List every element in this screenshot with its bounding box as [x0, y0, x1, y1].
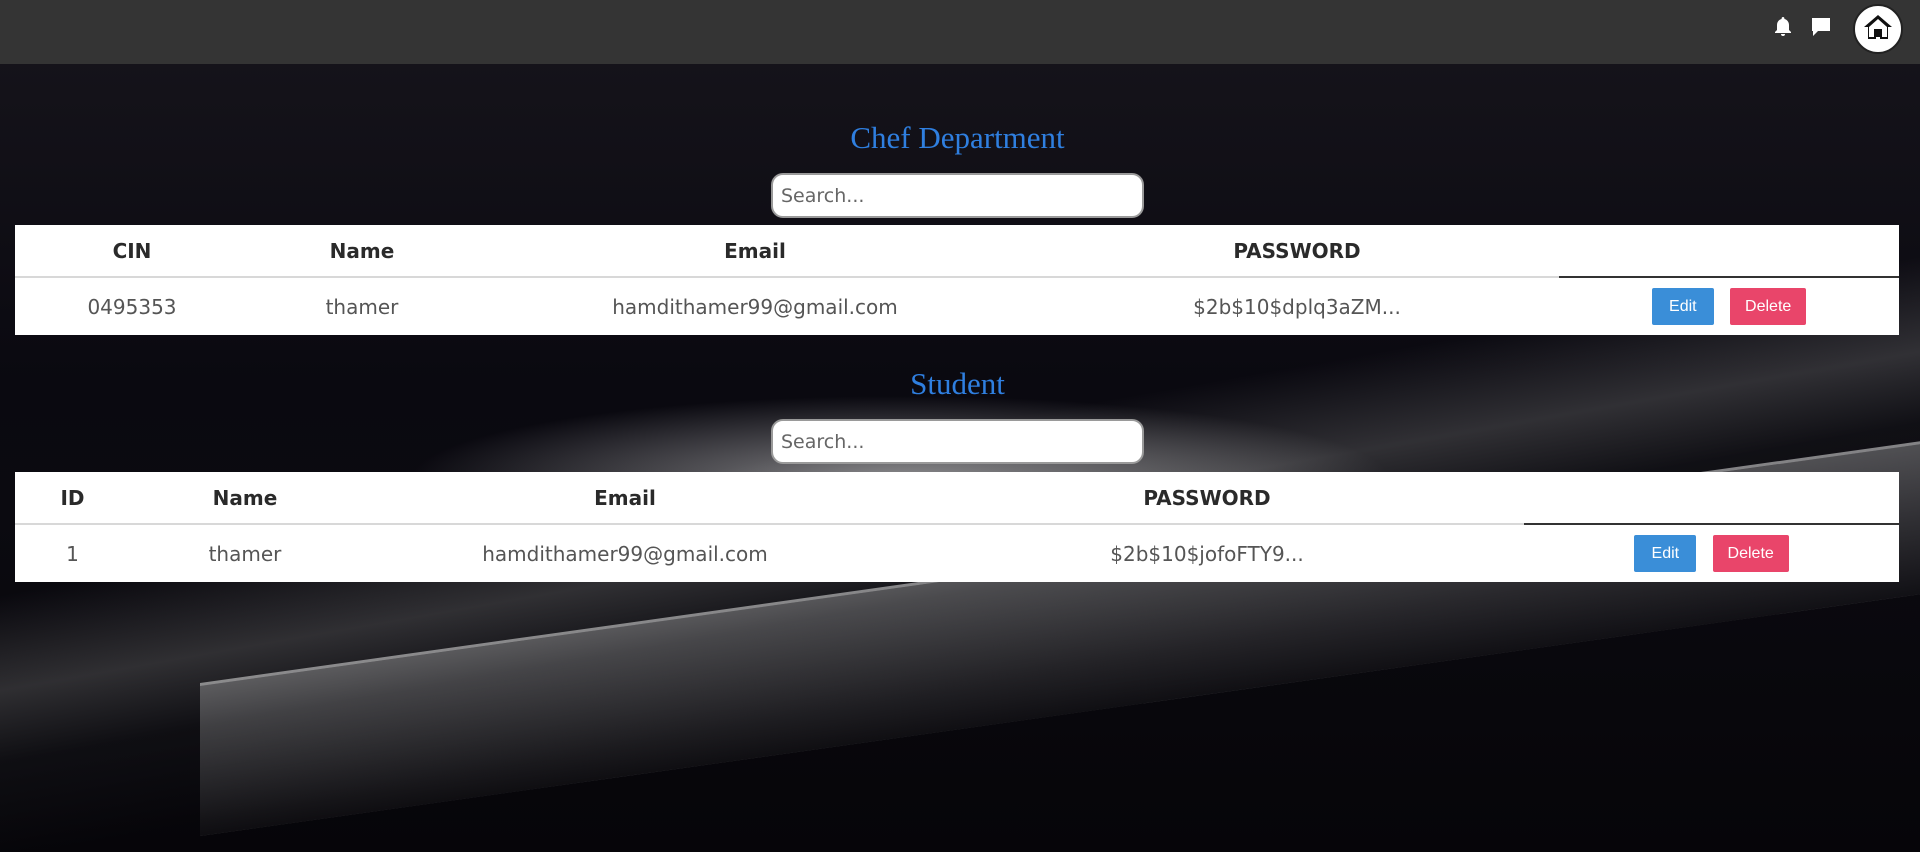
- table-row: 1 thamer hamdithamer99@gmail.com $2b$10$…: [15, 524, 1899, 582]
- column-header-email: Email: [360, 472, 890, 525]
- cell-name: thamer: [325, 294, 399, 319]
- column-header-id: ID: [15, 472, 130, 525]
- column-header-name: Name: [130, 472, 360, 525]
- chef-department-title: Chef Department: [850, 120, 1065, 155]
- cell-email: hamdithamer99@gmail.com: [482, 541, 768, 566]
- cell-password: $2b$10$dplq3aZM...: [1193, 294, 1401, 319]
- table-header-row: ID Name Email PASSWORD: [15, 472, 1899, 525]
- chef-search-input[interactable]: [771, 173, 1144, 218]
- column-header-password: PASSWORD: [1035, 225, 1559, 278]
- cell-actions: Edit Delete: [1559, 277, 1899, 335]
- column-header-password: PASSWORD: [890, 472, 1524, 525]
- column-header-name: Name: [249, 225, 475, 278]
- home-icon: [1863, 13, 1893, 46]
- delete-button[interactable]: Delete: [1730, 288, 1807, 325]
- column-header-email: Email: [475, 225, 1035, 278]
- column-header-actions: [1559, 225, 1899, 278]
- student-table: ID Name Email PASSWORD 1 thamer hamditha…: [15, 472, 1899, 582]
- chat-icon[interactable]: [1808, 14, 1834, 40]
- bell-icon[interactable]: [1770, 14, 1796, 40]
- column-header-cin: CIN: [15, 225, 249, 278]
- top-navbar: [0, 0, 1920, 64]
- student-title: Student: [910, 366, 1005, 401]
- edit-button[interactable]: Edit: [1634, 535, 1697, 572]
- cell-password: $2b$10$jofoFTY9...: [1110, 541, 1304, 566]
- home-button[interactable]: [1853, 4, 1903, 54]
- table-header-row: CIN Name Email PASSWORD: [15, 225, 1899, 278]
- table-row: 0495353 thamer hamdithamer99@gmail.com $…: [15, 277, 1899, 335]
- student-search-input[interactable]: [771, 419, 1144, 464]
- cell-actions: Edit Delete: [1524, 524, 1899, 582]
- cell-email: hamdithamer99@gmail.com: [612, 294, 898, 319]
- edit-button[interactable]: Edit: [1651, 288, 1714, 325]
- delete-button[interactable]: Delete: [1712, 535, 1789, 572]
- chef-table: CIN Name Email PASSWORD 0495353 thamer h…: [15, 225, 1899, 335]
- cell-cin: 0495353: [87, 294, 177, 319]
- cell-id: 1: [66, 541, 79, 566]
- cell-name: thamer: [208, 541, 282, 566]
- column-header-actions: [1524, 472, 1899, 525]
